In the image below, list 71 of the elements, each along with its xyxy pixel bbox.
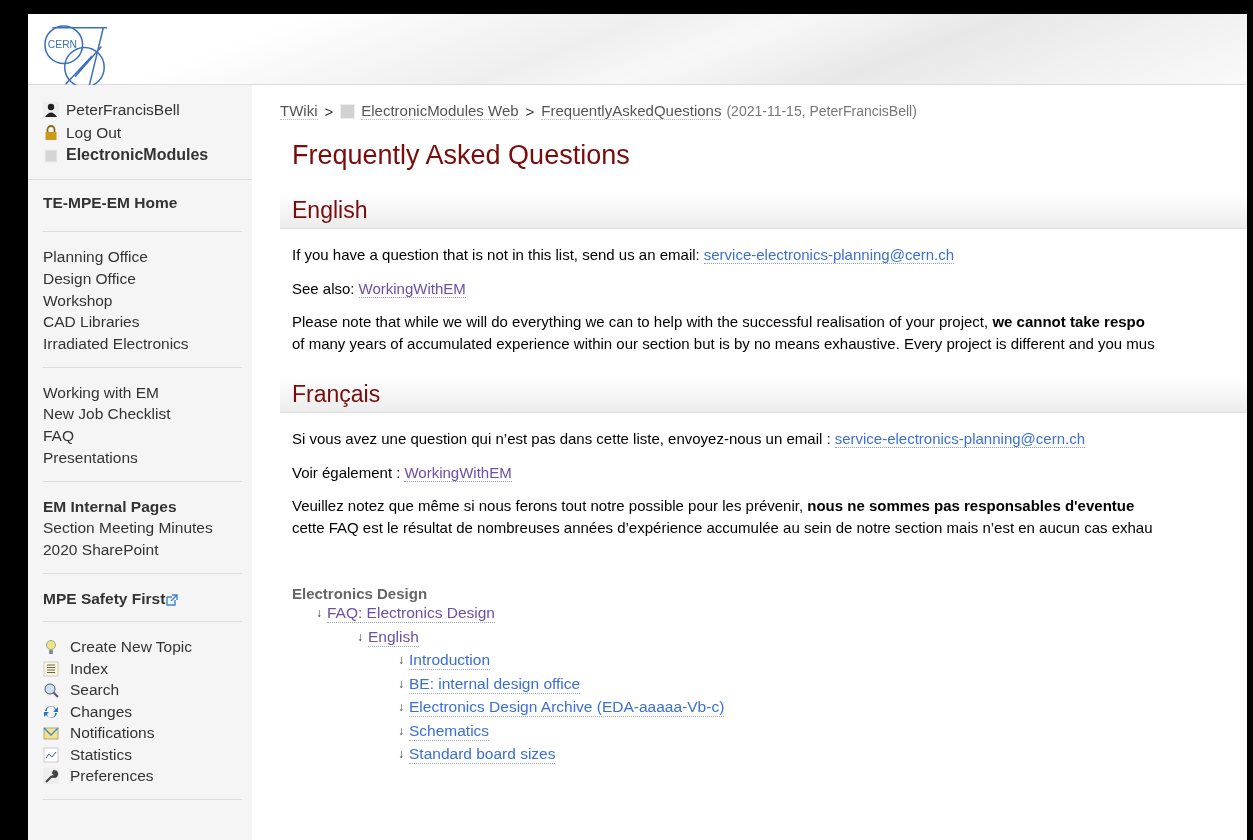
paragraph-line: Veuillez notez que même si nous ferons tout notre possible pour les prévenir, nous ne sommes pas responsables d'eventue [292, 496, 1136, 516]
sidebar-link[interactable]: New Job Checklist [43, 403, 171, 426]
link[interactable]: service-electronics-planning@cern.ch [834, 430, 1085, 448]
sidebar-link[interactable]: Workshop [43, 289, 113, 312]
breadcrumb-separator: > [324, 102, 334, 120]
toc-link[interactable]: English [368, 627, 419, 647]
toc-link[interactable]: FAQ: Electronics Design [327, 604, 495, 624]
sidebar-link[interactable]: FAQ [43, 425, 74, 447]
paragraph-line: cette FAQ est le résultat de nombreuses années d’expérience accumulée au sein de notre section mais n’est en aucun cas exhau [292, 518, 1154, 538]
breadcrumb-link[interactable]: TWiki [280, 102, 318, 120]
down-arrow-icon: ↓ [398, 696, 404, 720]
breadcrumb-link[interactable]: FrequentlyAskedQuestions [541, 102, 722, 120]
chart-icon [43, 746, 59, 763]
square-icon [340, 103, 356, 119]
toc-heading: Electronics Design [292, 585, 429, 602]
link[interactable]: WorkingWithEM [358, 280, 466, 298]
refresh-icon [43, 703, 59, 720]
down-arrow-icon: ↓ [398, 649, 404, 673]
sidebar-link[interactable]: Changes [70, 700, 133, 723]
breadcrumb-link[interactable]: ElectronicModules Web [361, 102, 519, 120]
down-arrow-icon: ↓ [398, 743, 404, 767]
sidebar-link[interactable]: ElectronicModules [66, 144, 209, 167]
toc-link[interactable]: Standard board sizes [409, 745, 556, 765]
sidebar-link[interactable]: Preferences [70, 765, 154, 787]
sidebar-link[interactable]: EM Internal Pages [43, 495, 177, 518]
down-arrow-icon: ↓ [398, 672, 404, 696]
link[interactable]: service-electronics-planning@cern.ch [703, 246, 955, 264]
paragraph-line: of many years of accumulated experience within our section but is by no means exhaustive. Every project is different and you mus [292, 334, 1156, 354]
sidebar-link[interactable]: Presentations [43, 446, 138, 469]
external-link-icon [166, 594, 179, 606]
link[interactable]: WorkingWithEM [404, 464, 512, 482]
envelope-icon [43, 725, 59, 742]
sidebar-link[interactable]: MPE Safety First [43, 587, 166, 610]
down-arrow-icon: ↓ [316, 602, 322, 626]
sidebar-link[interactable]: Working with EM [43, 381, 159, 404]
sidebar-link[interactable]: CAD Libraries [43, 311, 140, 333]
wrench-icon [43, 768, 59, 785]
person-icon [43, 102, 59, 119]
paragraph-text: If you have a question that is not in this list, send us an email: [292, 246, 700, 263]
down-arrow-icon: ↓ [357, 625, 363, 649]
paragraph-text: Si vous avez une question qui n’est pas dans cette liste, envoyez-nous un email : [292, 430, 831, 447]
list-icon [43, 660, 59, 677]
cern-logo[interactable]: CERN [43, 24, 109, 88]
page-title: Frequently Asked Questions [292, 140, 631, 171]
sidebar-link[interactable]: 2020 SharePoint [43, 538, 159, 561]
toc-link[interactable]: Schematics [409, 721, 490, 741]
sidebar-link[interactable]: TE-MPE-EM Home [43, 191, 178, 214]
sidebar-link[interactable]: Search [70, 679, 120, 701]
breadcrumb-separator: > [525, 102, 535, 120]
sidebar-link[interactable]: Section Meeting Minutes [43, 517, 213, 539]
search-icon [43, 682, 59, 699]
sidebar-link[interactable]: Irradiated Electronics [43, 333, 189, 355]
sidebar-link[interactable]: Notifications [70, 722, 155, 744]
lock-icon [43, 124, 59, 141]
paragraph-text: Voir également : [292, 464, 401, 481]
square-icon [43, 147, 59, 164]
toc-link[interactable]: Introduction [409, 651, 490, 671]
sidebar-link[interactable]: Log Out [66, 121, 122, 144]
bulb-icon [43, 639, 59, 656]
toc-link[interactable]: BE: internal design office [409, 674, 581, 694]
down-arrow-icon: ↓ [398, 719, 404, 743]
toc-link[interactable]: Electronics Design Archive (EDA-aaaaa-Vb-c) [409, 698, 725, 718]
revision-info: (2021-11-15, PeterFrancisBell) [726, 103, 917, 119]
paragraph-text: See also: [292, 280, 355, 297]
sidebar-link[interactable]: Index [70, 657, 108, 680]
sidebar-link[interactable]: PeterFrancisBell [66, 99, 180, 122]
sidebar-link[interactable]: Create New Topic [70, 636, 193, 658]
sidebar-link[interactable]: Planning Office [43, 246, 148, 268]
paragraph-line: Please note that while we will do everything we can to help with the successful realisation of your project, we cannot take respo [292, 312, 1146, 332]
sidebar-link[interactable]: Design Office [43, 267, 136, 290]
sidebar-link[interactable]: Statistics [70, 743, 132, 766]
